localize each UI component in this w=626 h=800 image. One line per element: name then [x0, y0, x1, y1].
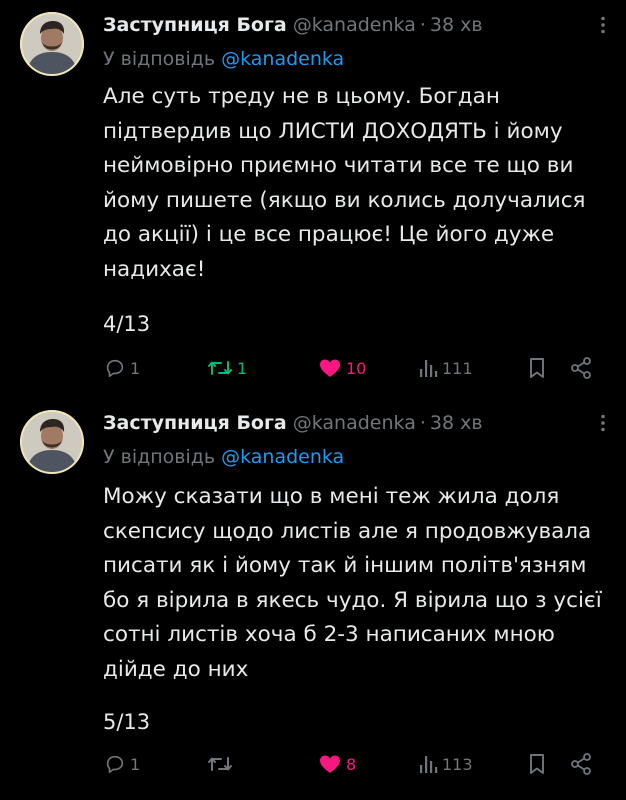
replying-label: У відповідь — [103, 446, 216, 468]
avatar[interactable] — [20, 410, 84, 474]
action-bar: 1 1 10 111 — [0, 355, 626, 381]
reply-icon — [104, 357, 126, 379]
mention-link[interactable]: @kanadenka — [221, 48, 344, 70]
like-button[interactable]: 10 — [318, 355, 366, 381]
bookmark-icon — [527, 356, 547, 380]
display-name[interactable]: Заступниця Бога — [103, 14, 287, 36]
reply-count: 1 — [130, 358, 141, 378]
tweet-header: Заступниця Бога @kanadenka · 38 хв — [103, 408, 586, 438]
view-count: 111 — [442, 358, 473, 378]
username[interactable]: @kanadenka — [293, 14, 416, 36]
heart-icon — [318, 357, 342, 379]
display-name[interactable]: Заступниця Бога — [103, 412, 287, 434]
views-button[interactable]: 113 — [418, 751, 473, 777]
retweet-icon — [207, 357, 233, 379]
reply-button[interactable]: 1 — [104, 751, 140, 777]
tweet-header: Заступниця Бога @kanadenka · 38 хв — [103, 10, 586, 40]
views-button[interactable]: 111 — [418, 355, 473, 381]
tweet[interactable]: Заступниця Бога @kanadenka · 38 хв У відпов… — [0, 0, 626, 398]
tweet[interactable]: Заступниця Бога @kanadenka · 38 хв У відпов… — [0, 398, 626, 800]
replying-to: У відповідь @kanadenka — [103, 443, 344, 471]
retweet-count: 1 — [237, 358, 248, 378]
more-icon[interactable] — [594, 16, 612, 34]
bookmark-button[interactable] — [527, 751, 547, 777]
share-button[interactable] — [569, 751, 593, 777]
replying-label: У відповідь — [103, 48, 216, 70]
reply-button[interactable]: 1 — [104, 355, 140, 381]
avatar[interactable] — [20, 12, 84, 76]
share-icon — [569, 752, 593, 776]
replying-to: У відповідь @kanadenka — [103, 45, 344, 73]
view-count: 113 — [442, 754, 473, 774]
like-count: 10 — [346, 358, 367, 378]
views-icon — [418, 357, 438, 379]
more-icon[interactable] — [594, 414, 612, 432]
reply-count: 1 — [130, 754, 141, 774]
retweet-button[interactable]: 1 — [207, 355, 247, 381]
timestamp[interactable]: 38 хв — [430, 412, 483, 434]
tweet-text: Можу сказати що в мені теж жила доля ске… — [103, 484, 602, 682]
views-icon — [418, 753, 438, 775]
like-count: 8 — [346, 754, 357, 774]
thread-counter: 5/13 — [103, 710, 151, 734]
share-icon — [569, 356, 593, 380]
thread-counter: 4/13 — [103, 312, 151, 336]
share-button[interactable] — [569, 355, 593, 381]
timestamp[interactable]: 38 хв — [430, 14, 483, 36]
action-bar: 1 8 113 — [0, 751, 626, 777]
heart-icon — [318, 753, 342, 775]
retweet-icon — [207, 753, 233, 775]
separator: · — [419, 412, 426, 434]
separator: · — [419, 14, 426, 36]
tweet-text: Але суть треду не в цьому. Богдан підтве… — [103, 84, 586, 282]
bookmark-icon — [527, 752, 547, 776]
mention-link[interactable]: @kanadenka — [221, 446, 344, 468]
retweet-button[interactable] — [207, 751, 237, 777]
reply-icon — [104, 753, 126, 775]
username[interactable]: @kanadenka — [293, 412, 416, 434]
like-button[interactable]: 8 — [318, 751, 356, 777]
bookmark-button[interactable] — [527, 355, 547, 381]
